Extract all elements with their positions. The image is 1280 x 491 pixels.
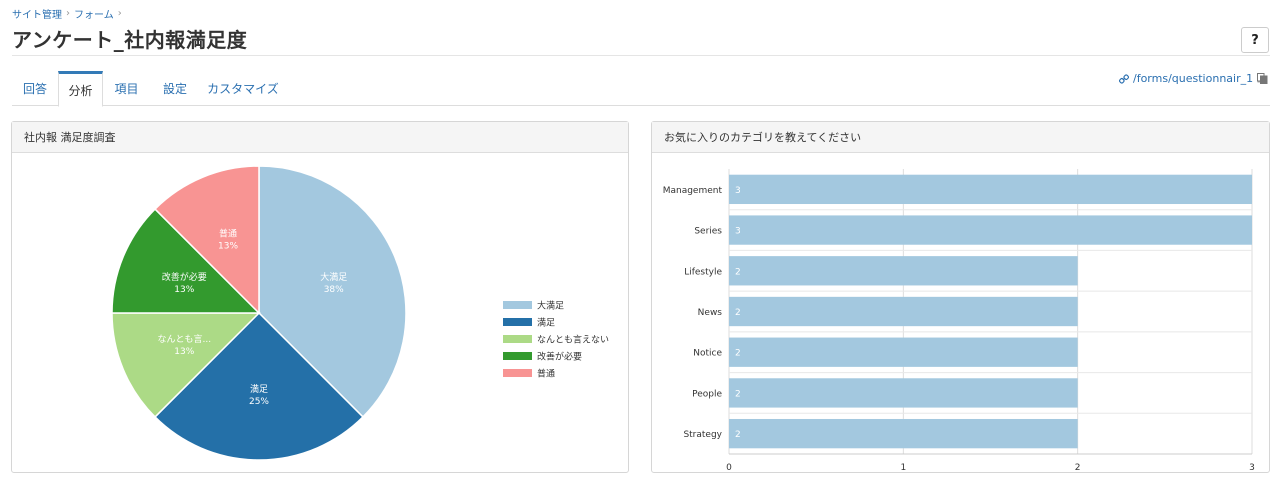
- bar: [729, 296, 1078, 327]
- y-tick-label: Notice: [693, 349, 722, 359]
- y-tick-label: Series: [694, 227, 722, 237]
- pie-slice-percent: 25%: [249, 397, 269, 407]
- copy-icon[interactable]: [1257, 73, 1268, 84]
- x-tick-label: 2: [1075, 463, 1081, 472]
- x-tick-label: 3: [1249, 463, 1255, 472]
- breadcrumb-site-admin[interactable]: サイト管理: [12, 6, 62, 21]
- breadcrumb-separator: ›: [66, 8, 70, 19]
- bar-value-label: 2: [735, 308, 741, 318]
- panel-title: 社内報 満足度調査: [12, 122, 628, 153]
- form-url-link[interactable]: /forms/questionnair_1: [1119, 72, 1265, 85]
- bar-value-label: 3: [735, 227, 741, 237]
- tab-analysis[interactable]: 分析: [58, 71, 103, 107]
- bar-value-label: 2: [735, 349, 741, 359]
- divider: [12, 55, 1270, 56]
- bar-value-label: 2: [735, 430, 741, 440]
- tab-items[interactable]: 項目: [103, 71, 150, 106]
- form-url-text: /forms/questionnair_1: [1133, 72, 1254, 85]
- breadcrumb-form[interactable]: フォーム: [74, 6, 114, 21]
- bar: [729, 418, 1078, 449]
- y-tick-label: Lifestyle: [684, 267, 722, 277]
- y-tick-label: Strategy: [683, 430, 722, 440]
- page-title: アンケート_社内報満足度: [12, 28, 248, 52]
- bar-chart: 0 1 2 3 3 Management 3 Series 2 Lifestyle 2 News 2 No…: [663, 169, 1255, 473]
- bar: [729, 256, 1078, 286]
- bar-chart-panel: お気に入りのカテゴリを教えてください 0 1 2 3 3 Management 3 Serie…: [651, 121, 1270, 473]
- pie-slice-label: 改善が必要: [162, 271, 207, 283]
- pie-slice-percent: 13%: [174, 285, 194, 295]
- legend-label: 改善が必要: [537, 351, 582, 363]
- y-tick-label: News: [698, 308, 723, 318]
- panel-title: お気に入りのカテゴリを教えてください: [652, 122, 1269, 153]
- breadcrumb: サイト管理 › フォーム ›: [12, 6, 122, 21]
- legend-swatch: [503, 318, 532, 326]
- pie-slice-label: 普通: [219, 227, 237, 239]
- breadcrumb-separator: ›: [117, 8, 122, 19]
- link-icon: [1119, 73, 1129, 84]
- pie-slice-label: なんとも言...: [158, 333, 212, 345]
- bar-value-label: 2: [735, 389, 741, 399]
- pie-slice-label: 大満足: [320, 271, 347, 283]
- legend-label: 満足: [537, 318, 555, 329]
- y-tick-label: Management: [663, 186, 723, 196]
- legend-swatch: [503, 301, 532, 309]
- bar: [729, 215, 1252, 245]
- pie-chart: 大満足 38% 満足 25% なんとも言... 13% 改善が必要 13% 普通 13% 大満足満足…: [111, 165, 609, 461]
- legend-label: 大満足: [537, 300, 564, 312]
- legend-swatch: [503, 335, 532, 343]
- bar: [729, 174, 1252, 205]
- y-tick-label: People: [692, 389, 722, 399]
- x-tick-label: 1: [900, 463, 906, 472]
- tab-customize[interactable]: カスタマイズ: [200, 71, 286, 106]
- tab-bar: 回答 分析 項目 設定 カスタマイズ: [12, 71, 1270, 107]
- legend-swatch: [503, 369, 532, 377]
- pie-slice-percent: 38%: [324, 285, 344, 295]
- bar-value-label: 2: [735, 267, 741, 277]
- pie-slice-percent: 13%: [174, 347, 194, 357]
- bar: [729, 337, 1078, 367]
- pie-chart-panel: 社内報 満足度調査 大満足 38% 満足 25% なんとも言... 13% 改善が必要 13%…: [11, 121, 629, 473]
- tab-settings[interactable]: 設定: [150, 71, 200, 106]
- legend-swatch: [503, 352, 532, 360]
- tab-responses[interactable]: 回答: [12, 71, 58, 106]
- pie-slice-label: 満足: [250, 384, 268, 395]
- legend-label: なんとも言えない: [537, 334, 609, 346]
- x-tick-label: 0: [726, 463, 732, 472]
- help-button[interactable]: ?: [1241, 27, 1269, 53]
- pie-slice-percent: 13%: [218, 241, 238, 251]
- bar: [729, 378, 1078, 408]
- bar-value-label: 3: [735, 186, 741, 196]
- legend-label: 普通: [537, 368, 555, 380]
